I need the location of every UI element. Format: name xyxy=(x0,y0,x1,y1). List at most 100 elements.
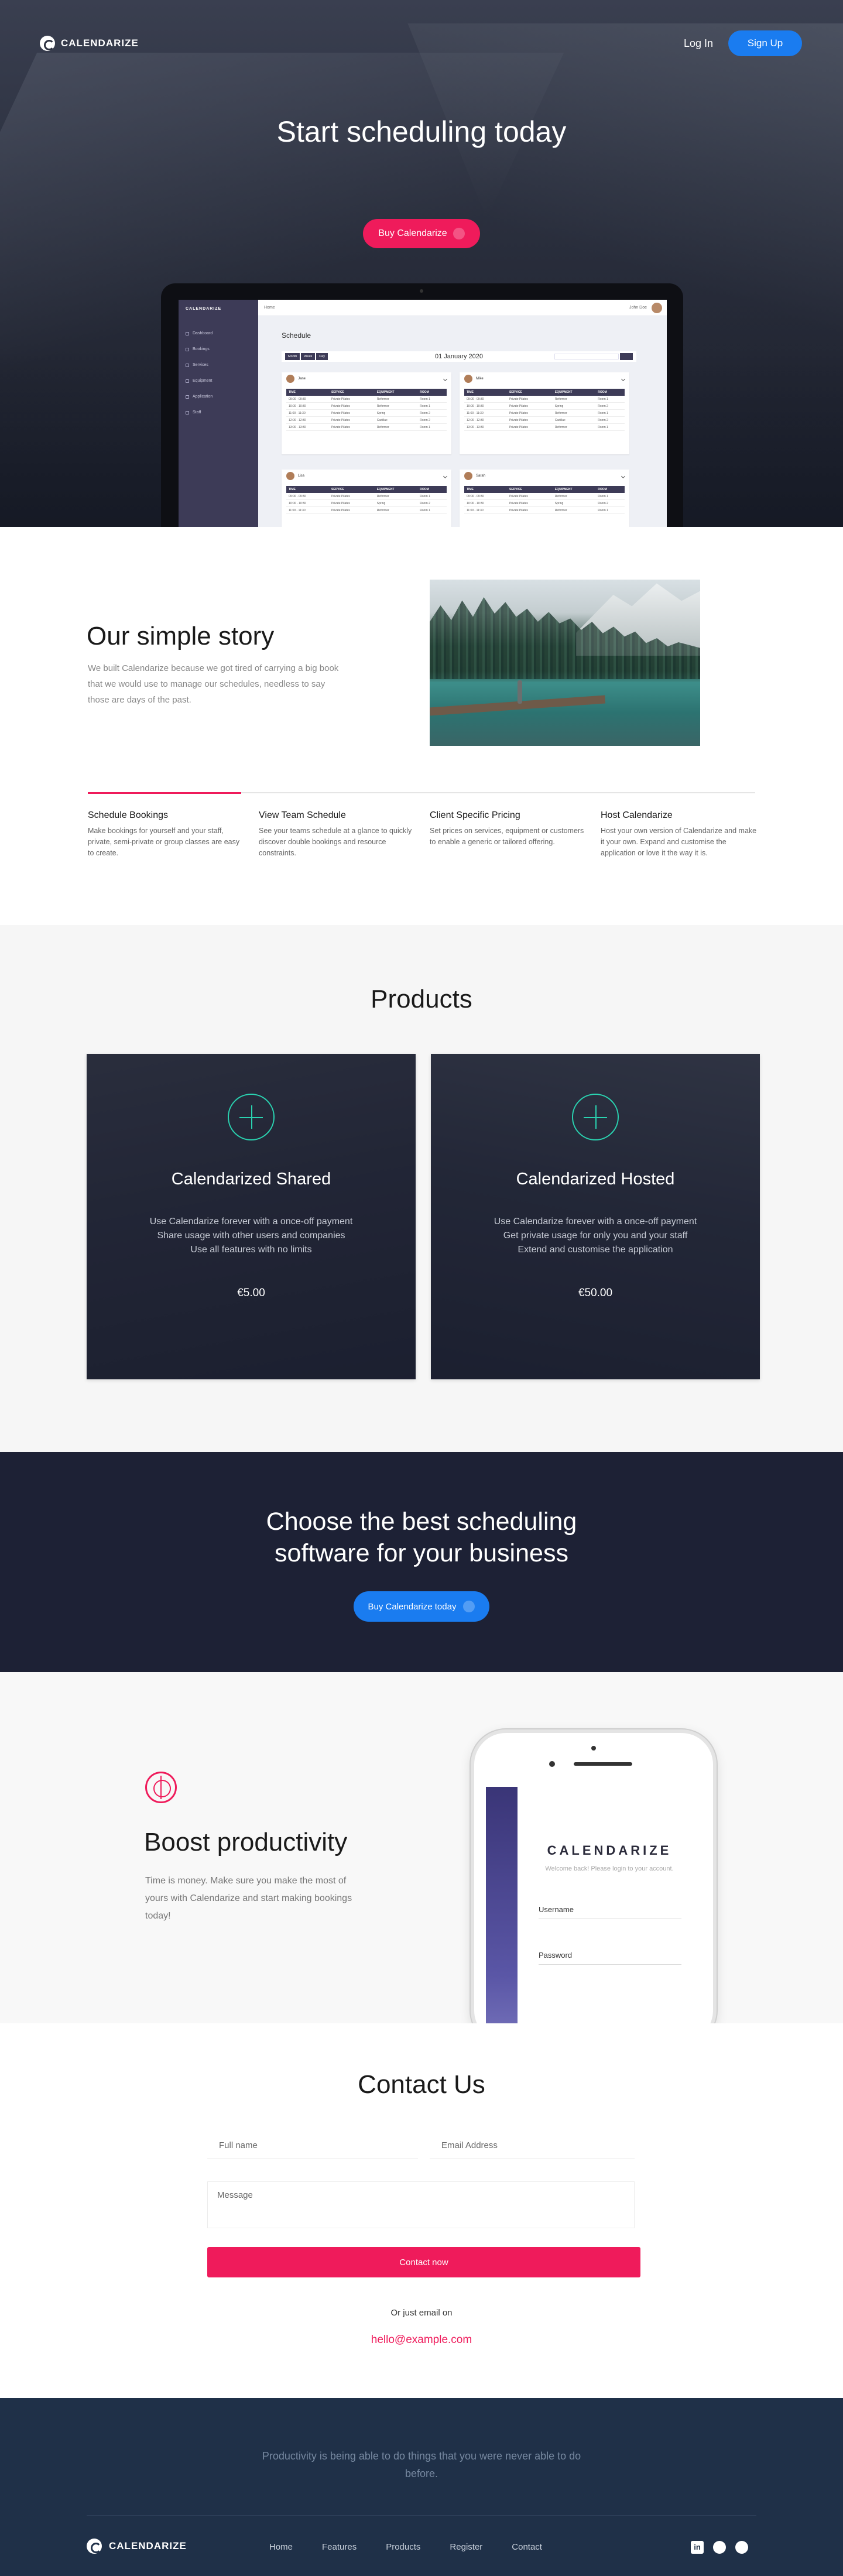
column-header: TIME xyxy=(286,486,329,493)
feature-title: Host Calendarize xyxy=(601,810,673,820)
menu-item-icon xyxy=(186,331,189,335)
table-cell: Reformer xyxy=(552,493,596,500)
product-card-shared[interactable]: Calendarized Shared Use Calendarize fore… xyxy=(87,1054,416,1379)
column-header: SERVICE xyxy=(506,389,553,396)
column-header: SERVICE xyxy=(328,389,375,396)
arrow-right-icon xyxy=(453,228,465,239)
table-cell: Room 1 xyxy=(417,402,447,410)
product-card-hosted[interactable]: Calendarized Hosted Use Calendarize fore… xyxy=(431,1054,760,1379)
buy-calendarize-today-button[interactable]: Buy Calendarize today xyxy=(354,1591,489,1622)
table-cell: Room 2 xyxy=(417,499,447,507)
table-row: 11:00 - 11:30 Private Pilates Reformer Room… xyxy=(464,409,625,417)
table-cell: 12:00 - 12:30 xyxy=(286,416,329,424)
footer-link-products[interactable]: Products xyxy=(386,2542,420,2552)
buy-calendarize-button[interactable]: Buy Calendarize xyxy=(363,219,480,248)
app-toolbar: Month Week Day 01 January 2020 xyxy=(282,351,636,362)
feature-text: Host your own version of Calendarize and… xyxy=(601,827,757,857)
table-cell: Room 1 xyxy=(417,423,447,431)
table-row: 09:00 - 09:30 Private Pilates Reformer Room… xyxy=(464,493,625,500)
app-page-title: Schedule xyxy=(282,331,311,340)
footer-link-contact[interactable]: Contact xyxy=(512,2542,542,2552)
table-row: 13:00 - 13:30 Private Pilates Reformer Room… xyxy=(286,423,447,431)
table-cell: 13:00 - 13:30 xyxy=(286,423,329,431)
table-header-row: TIME SERVICE EQUIPMENT ROOM xyxy=(286,389,447,396)
feature-view-team-schedule[interactable]: View Team Schedule See your teams schedu… xyxy=(259,810,417,859)
feature-host-calendarize[interactable]: Host Calendarize Host your own version o… xyxy=(601,810,759,859)
schedule-card: Mike TIME SERVICE EQUIPMENT ROOM 09:00 - 09:3… xyxy=(460,372,629,454)
app-menu-label: Equipment xyxy=(193,379,213,383)
product-description: Use Calendarize forever with a once-off … xyxy=(431,1215,760,1257)
table-cell: Cadillac xyxy=(552,416,596,424)
feature-client-pricing[interactable]: Client Specific Pricing Set prices on se… xyxy=(430,810,588,848)
schedule-table: TIME SERVICE EQUIPMENT ROOM 09:00 - 09:30 Pri… xyxy=(464,486,625,514)
footer-brand-logo[interactable]: CALENDARIZE xyxy=(87,2539,187,2554)
table-row: 09:00 - 09:30 Private Pilates Reformer Room… xyxy=(464,396,625,403)
product-feature-line: Use Calendarize forever with a once-off … xyxy=(494,1217,697,1227)
footer-link-home[interactable]: Home xyxy=(269,2542,293,2552)
product-description: Use Calendarize forever with a once-off … xyxy=(87,1215,416,1257)
phone-username-field: Username xyxy=(539,1902,681,1919)
table-cell: Private Pilates xyxy=(506,506,553,514)
calendarize-logo-icon xyxy=(87,2539,102,2554)
table-cell: Room 1 xyxy=(417,506,447,514)
footer-brand-name: CALENDARIZE xyxy=(109,2540,187,2551)
full-name-input[interactable] xyxy=(207,2132,418,2159)
contact-email-link[interactable]: hello@example.com xyxy=(0,2334,843,2347)
footer-nav: Home Features Products Register Contact xyxy=(269,2542,542,2552)
app-home-link: Home xyxy=(264,306,275,310)
column-header: TIME xyxy=(464,389,507,396)
login-link[interactable]: Log In xyxy=(684,35,713,52)
signup-button[interactable]: Sign Up xyxy=(728,30,802,56)
table-header-row: TIME SERVICE EQUIPMENT ROOM xyxy=(286,486,447,493)
boost-text: Time is money. Make sure you make the mo… xyxy=(145,1876,352,1921)
staff-name: Lisa xyxy=(298,474,305,478)
table-cell: Reformer xyxy=(374,493,418,500)
menu-item-icon xyxy=(186,363,189,367)
table-row: 12:00 - 12:30 Private Pilates Cadillac Room… xyxy=(464,416,625,424)
table-row: 10:00 - 10:30 Private Pilates Spring Room 2 xyxy=(286,499,447,507)
table-cell: Private Pilates xyxy=(328,423,375,431)
schedule-table: TIME SERVICE EQUIPMENT ROOM 09:00 - 09:30 Pri… xyxy=(286,486,447,514)
table-cell: Reformer xyxy=(374,423,418,431)
table-row: 13:00 - 13:30 Private Pilates Reformer Room… xyxy=(464,423,625,431)
table-cell: Private Pilates xyxy=(328,493,375,500)
table-cell: Spring xyxy=(374,409,418,417)
app-sidebar: CALENDARIZE Dashboard Bookings Services Equ… xyxy=(179,300,258,527)
card-header: Jane xyxy=(282,372,451,385)
brand-logo[interactable]: CALENDARIZE xyxy=(40,33,139,54)
cta-title-line: software for your business xyxy=(275,1539,568,1567)
table-cell: Cadillac xyxy=(374,416,418,424)
dribbble-icon[interactable] xyxy=(735,2541,748,2554)
table-cell: Reformer xyxy=(552,409,596,417)
column-header: SERVICE xyxy=(506,486,553,493)
table-row: 11:00 - 11:30 Private Pilates Spring Room 2 xyxy=(286,409,447,417)
table-cell: Reformer xyxy=(374,396,418,403)
column-header: SERVICE xyxy=(328,486,375,493)
boost-section: Boost productivity Time is money. Make s… xyxy=(0,1672,843,2023)
footer-link-register[interactable]: Register xyxy=(450,2542,482,2552)
app-brand: CALENDARIZE xyxy=(186,307,222,311)
app-menu-item: Bookings xyxy=(186,341,213,357)
table-row: 10:00 - 10:30 Private Pilates Spring Room 2 xyxy=(464,499,625,507)
avatar xyxy=(286,375,294,383)
app-menu: Dashboard Bookings Services Equipment Applic… xyxy=(186,326,213,420)
github-icon[interactable] xyxy=(713,2541,726,2554)
email-address-input[interactable] xyxy=(430,2132,635,2159)
feature-schedule-bookings[interactable]: Schedule Bookings Make bookings for your… xyxy=(88,810,246,859)
features-divider xyxy=(88,792,755,794)
cta-button-label: Buy Calendarize today xyxy=(368,1601,457,1612)
chevron-down-icon xyxy=(443,376,448,381)
table-cell: Room 2 xyxy=(417,409,447,417)
story-text: We built Calendarize because we got tire… xyxy=(88,663,339,705)
linkedin-icon[interactable]: in xyxy=(691,2541,704,2554)
message-input[interactable] xyxy=(207,2181,635,2228)
table-cell: Private Pilates xyxy=(506,499,553,507)
product-feature-line: Extend and customise the application xyxy=(518,1245,673,1255)
laptop-mockup: CALENDARIZE Dashboard Bookings Services Equ… xyxy=(161,283,683,527)
contact-now-button[interactable]: Contact now xyxy=(207,2247,640,2277)
feature-title: Schedule Bookings xyxy=(88,810,168,820)
table-cell: 10:00 - 10:30 xyxy=(286,402,329,410)
buy-calendarize-label: Buy Calendarize xyxy=(378,228,447,238)
plus-circle-icon xyxy=(228,1094,275,1140)
footer-link-features[interactable]: Features xyxy=(322,2542,357,2552)
